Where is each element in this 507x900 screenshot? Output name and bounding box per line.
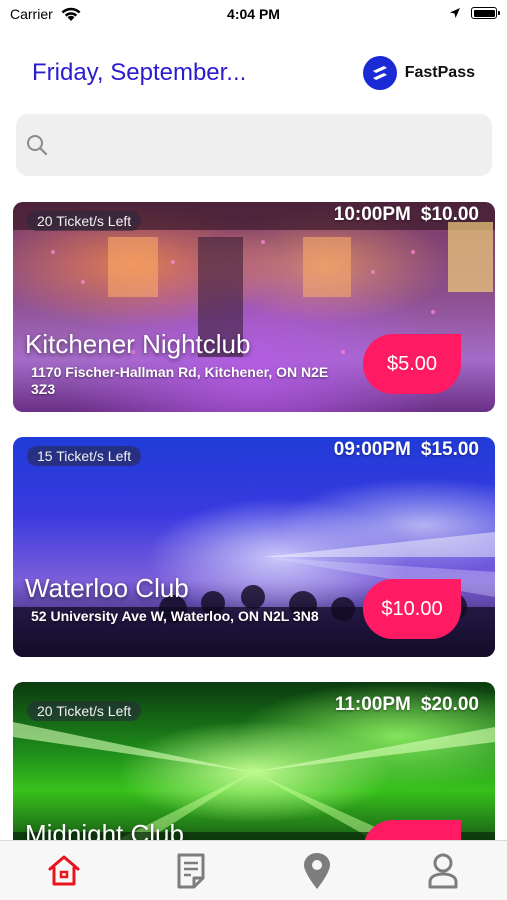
- event-price: $15.00: [420, 439, 479, 460]
- date-title[interactable]: Friday, September...: [32, 59, 246, 87]
- document-icon: [177, 853, 205, 889]
- event-address: 1170 Fischer-Hallman Rd, Kitchener, ON N…: [31, 364, 329, 397]
- event-price: $10.00: [420, 204, 479, 225]
- time-price: 10:00PM $10.00: [334, 204, 479, 226]
- user-icon: [428, 853, 458, 889]
- price-badge-button[interactable]: $5.00: [363, 334, 461, 394]
- search-input[interactable]: [62, 128, 486, 164]
- location-arrow-icon: [450, 8, 460, 18]
- time-price: 11:00PM $20.00: [335, 694, 479, 716]
- event-time: 10:00PM: [333, 204, 411, 225]
- tab-map[interactable]: [297, 851, 337, 891]
- fastpass-logo-icon: [362, 56, 397, 90]
- tab-tickets[interactable]: [171, 851, 211, 891]
- time-price: 09:00PM $15.00: [334, 439, 479, 461]
- event-time: 09:00PM: [333, 439, 411, 460]
- home-icon: [48, 855, 80, 886]
- battery-icon: [471, 7, 500, 19]
- tickets-left-badge: 15 Ticket/s Left: [27, 446, 142, 466]
- event-name: Waterloo Club: [25, 573, 189, 603]
- event-card[interactable]: 15 Ticket/s Left 09:00PM $15.00 Waterloo …: [13, 437, 495, 657]
- search-icon: [27, 135, 48, 156]
- header: Friday, September... FastPass: [0, 50, 507, 96]
- clock: 4:04 PM: [227, 6, 280, 22]
- location-pin-icon: [304, 853, 330, 889]
- search-bar[interactable]: [16, 114, 492, 176]
- tab-profile[interactable]: [423, 851, 463, 891]
- event-name: Kitchener Nightclub: [25, 329, 251, 359]
- event-address: 52 University Ave W, Waterloo, ON N2L 3N…: [31, 608, 319, 624]
- brand: FastPass: [362, 55, 475, 91]
- event-card[interactable]: 20 Ticket/s Left 10:00PM $10.00 Kitchener…: [13, 202, 495, 412]
- price-badge-button[interactable]: $10.00: [363, 579, 461, 639]
- event-time: 11:00PM: [334, 694, 411, 715]
- brand-name: FastPass: [404, 64, 475, 81]
- tab-bar: [0, 840, 507, 900]
- event-card[interactable]: 20 Ticket/s Left 11:00PM $20.00 Midnight …: [13, 682, 495, 862]
- status-bar: Carrier 4:04 PM: [0, 0, 507, 30]
- tab-home[interactable]: [44, 851, 84, 891]
- event-price: $20.00: [420, 694, 479, 715]
- tickets-left-badge: 20 Ticket/s Left: [27, 211, 142, 231]
- tickets-left-badge: 20 Ticket/s Left: [27, 701, 142, 721]
